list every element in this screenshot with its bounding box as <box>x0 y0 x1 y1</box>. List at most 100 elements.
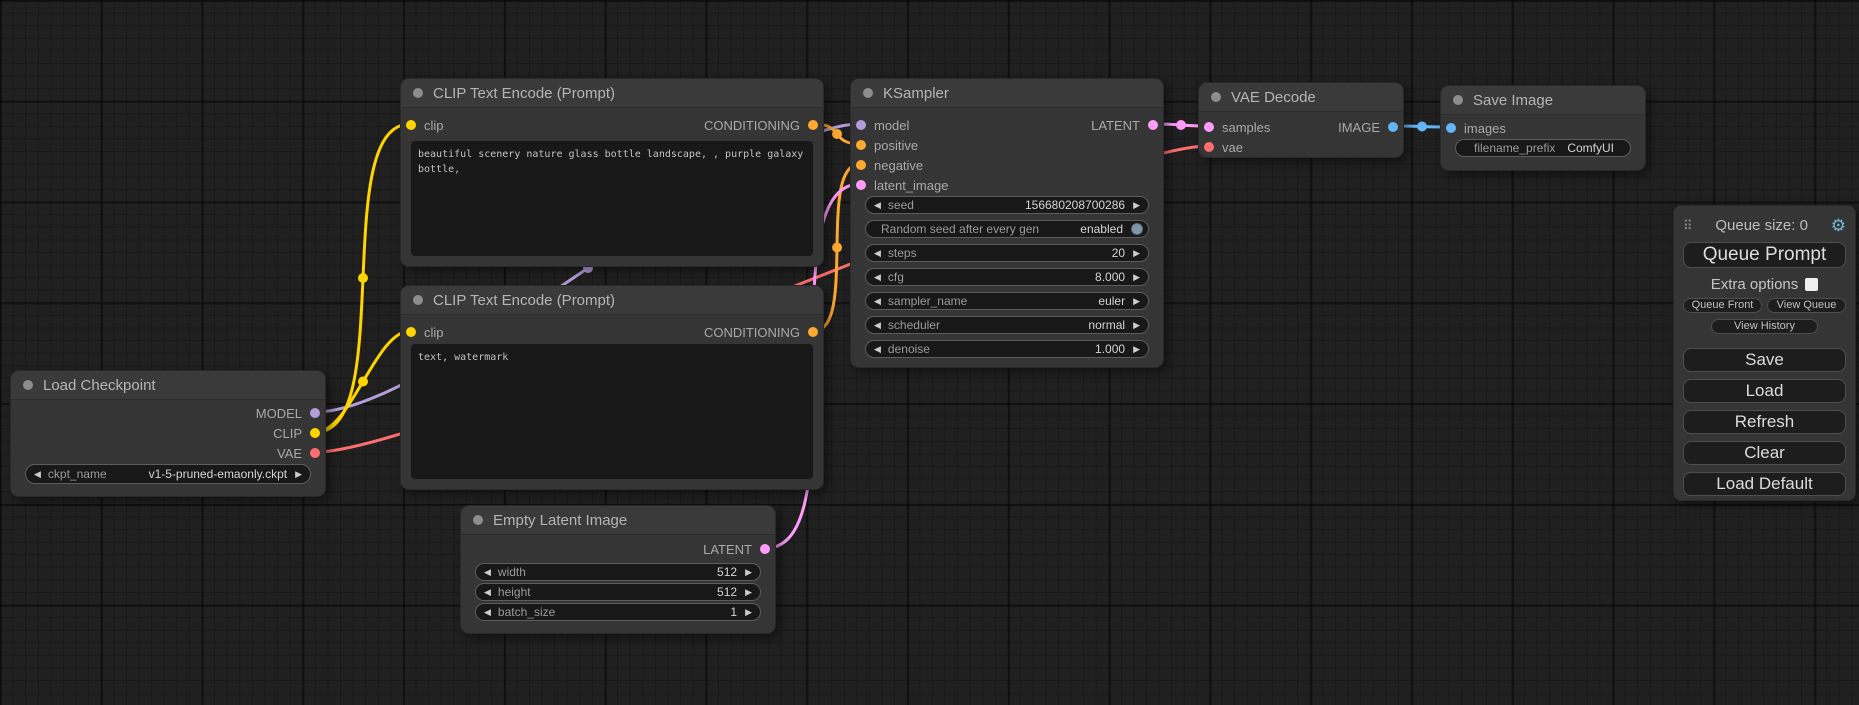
widget-label: filename_prefix <box>1474 141 1555 155</box>
queue-size-label: Queue size: 0 <box>1693 217 1831 234</box>
collapse-dot-icon[interactable] <box>1453 95 1463 105</box>
collapse-dot-icon[interactable] <box>863 88 873 98</box>
clip-output-dot[interactable] <box>310 428 320 438</box>
extra-options-label: Extra options <box>1711 276 1799 293</box>
slot-label: MODEL <box>256 406 302 421</box>
node-title-bar[interactable]: CLIP Text Encode (Prompt) <box>401 286 823 315</box>
slot-label: LATENT <box>1091 118 1140 133</box>
clip-input-dot[interactable] <box>406 120 416 130</box>
node-title-bar[interactable]: Load Checkpoint <box>11 371 325 400</box>
load-default-button[interactable]: Load Default <box>1683 472 1846 496</box>
decrement-arrow-icon[interactable]: ◀ <box>484 588 491 597</box>
slot-row: VAE <box>11 443 325 463</box>
load-button[interactable]: Load <box>1683 379 1846 403</box>
negative-input-dot[interactable] <box>856 160 866 170</box>
decrement-arrow-icon[interactable]: ◀ <box>34 470 41 479</box>
increment-arrow-icon[interactable]: ▶ <box>1133 345 1140 354</box>
queue-prompt-button[interactable]: Queue Prompt <box>1683 242 1846 268</box>
decrement-arrow-icon[interactable]: ◀ <box>874 321 881 330</box>
save-button[interactable]: Save <box>1683 348 1846 372</box>
extra-options-checkbox[interactable] <box>1805 278 1818 291</box>
random-seed-after-every-gen-widget[interactable]: Random seed after every genenabled <box>865 220 1149 238</box>
node-clip-text-encode-positive[interactable]: CLIP Text Encode (Prompt)clipCONDITIONIN… <box>400 78 824 267</box>
node-title-bar[interactable]: VAE Decode <box>1199 83 1403 112</box>
slot-label: negative <box>874 158 923 173</box>
slot-label: IMAGE <box>1338 120 1380 135</box>
sampler-name-widget[interactable]: ◀sampler_nameeuler▶ <box>865 292 1149 310</box>
latent-image-input-dot[interactable] <box>856 180 866 190</box>
scheduler-widget[interactable]: ◀schedulernormal▶ <box>865 316 1149 334</box>
collapse-dot-icon[interactable] <box>413 88 423 98</box>
slot-row: vae <box>1199 137 1403 157</box>
drag-handle-icon[interactable]: ⠿ <box>1683 219 1693 232</box>
latent-output-dot[interactable] <box>760 544 770 554</box>
node-title-bar[interactable]: KSampler <box>851 79 1163 108</box>
view-history-button[interactable]: View History <box>1711 319 1818 334</box>
collapse-dot-icon[interactable] <box>413 295 423 305</box>
cfg-widget[interactable]: ◀cfg8.000▶ <box>865 268 1149 286</box>
node-title-bar[interactable]: CLIP Text Encode (Prompt) <box>401 79 823 108</box>
increment-arrow-icon[interactable]: ▶ <box>295 470 302 479</box>
refresh-button[interactable]: Refresh <box>1683 410 1846 434</box>
decrement-arrow-icon[interactable]: ◀ <box>484 568 491 577</box>
positive-input-dot[interactable] <box>856 140 866 150</box>
node-canvas[interactable]: ⠿ Queue size: 0 ⚙ Queue Prompt Extra opt… <box>0 0 1859 705</box>
height-widget[interactable]: ◀height512▶ <box>475 583 761 601</box>
image-output-dot[interactable] <box>1388 122 1398 132</box>
steps-widget[interactable]: ◀steps20▶ <box>865 244 1149 262</box>
collapse-dot-icon[interactable] <box>473 515 483 525</box>
increment-arrow-icon[interactable]: ▶ <box>1133 297 1140 306</box>
vae-output-dot[interactable] <box>310 448 320 458</box>
increment-arrow-icon[interactable]: ▶ <box>1133 273 1140 282</box>
node-save-image[interactable]: Save Image images filename_prefixComfyUI <box>1440 85 1646 171</box>
node-empty-latent-image[interactable]: Empty Latent ImageLATENT◀width512▶◀heigh… <box>460 505 776 634</box>
node-title-bar[interactable]: Empty Latent Image <box>461 506 775 535</box>
decrement-arrow-icon[interactable]: ◀ <box>874 249 881 258</box>
view-queue-button[interactable]: View Queue <box>1767 298 1846 313</box>
slot-label: images <box>1464 121 1506 136</box>
increment-arrow-icon[interactable]: ▶ <box>1133 201 1140 210</box>
conditioning-output-dot[interactable] <box>808 327 818 337</box>
prompt-textarea[interactable]: text, watermark <box>411 344 813 479</box>
node-load-checkpoint[interactable]: Load CheckpointMODELCLIPVAE◀ckpt_namev1-… <box>10 370 326 497</box>
node-ksampler[interactable]: KSamplermodelLATENTpositivenegativelaten… <box>850 78 1164 368</box>
increment-arrow-icon[interactable]: ▶ <box>745 568 752 577</box>
ckpt-name-widget[interactable]: ◀ckpt_namev1-5-pruned-emaonly.ckpt▶ <box>25 464 311 484</box>
prompt-textarea[interactable]: beautiful scenery nature glass bottle la… <box>411 141 813 256</box>
clear-button[interactable]: Clear <box>1683 441 1846 465</box>
filename-prefix-widget[interactable]: filename_prefixComfyUI <box>1455 139 1631 157</box>
denoise-widget[interactable]: ◀denoise1.000▶ <box>865 340 1149 358</box>
batch-size-widget[interactable]: ◀batch_size1▶ <box>475 603 761 621</box>
model-output-dot[interactable] <box>310 408 320 418</box>
decrement-arrow-icon[interactable]: ◀ <box>874 273 881 282</box>
node-title-bar[interactable]: Save Image <box>1441 86 1645 115</box>
slot-label: VAE <box>277 446 302 461</box>
widget-label: height <box>498 585 531 599</box>
increment-arrow-icon[interactable]: ▶ <box>745 588 752 597</box>
decrement-arrow-icon[interactable]: ◀ <box>484 608 491 617</box>
seed-widget[interactable]: ◀seed156680208700286▶ <box>865 196 1149 214</box>
model-input-dot[interactable] <box>856 120 866 130</box>
increment-arrow-icon[interactable]: ▶ <box>1133 321 1140 330</box>
decrement-arrow-icon[interactable]: ◀ <box>874 297 881 306</box>
decrement-arrow-icon[interactable]: ◀ <box>874 201 881 210</box>
decrement-arrow-icon[interactable]: ◀ <box>874 345 881 354</box>
increment-arrow-icon[interactable]: ▶ <box>745 608 752 617</box>
conditioning-output-dot[interactable] <box>808 120 818 130</box>
node-clip-text-encode-negative[interactable]: CLIP Text Encode (Prompt)clipCONDITIONIN… <box>400 285 824 490</box>
settings-gear-icon[interactable]: ⚙ <box>1831 217 1846 234</box>
node-vae-decode[interactable]: VAE DecodesamplesIMAGEvae <box>1198 82 1404 158</box>
queue-front-button[interactable]: Queue Front <box>1683 298 1762 313</box>
width-widget[interactable]: ◀width512▶ <box>475 563 761 581</box>
collapse-dot-icon[interactable] <box>23 380 33 390</box>
toggle-knob-icon[interactable] <box>1131 223 1143 235</box>
vae-input-dot[interactable] <box>1204 142 1214 152</box>
increment-arrow-icon[interactable]: ▶ <box>1133 249 1140 258</box>
latent-output-dot[interactable] <box>1148 120 1158 130</box>
images-input-dot[interactable] <box>1446 123 1456 133</box>
clip-input-dot[interactable] <box>406 327 416 337</box>
samples-input-dot[interactable] <box>1204 122 1214 132</box>
link-midpoint-dot <box>832 243 842 253</box>
collapse-dot-icon[interactable] <box>1211 92 1221 102</box>
widget-value: 20 <box>1112 246 1125 260</box>
